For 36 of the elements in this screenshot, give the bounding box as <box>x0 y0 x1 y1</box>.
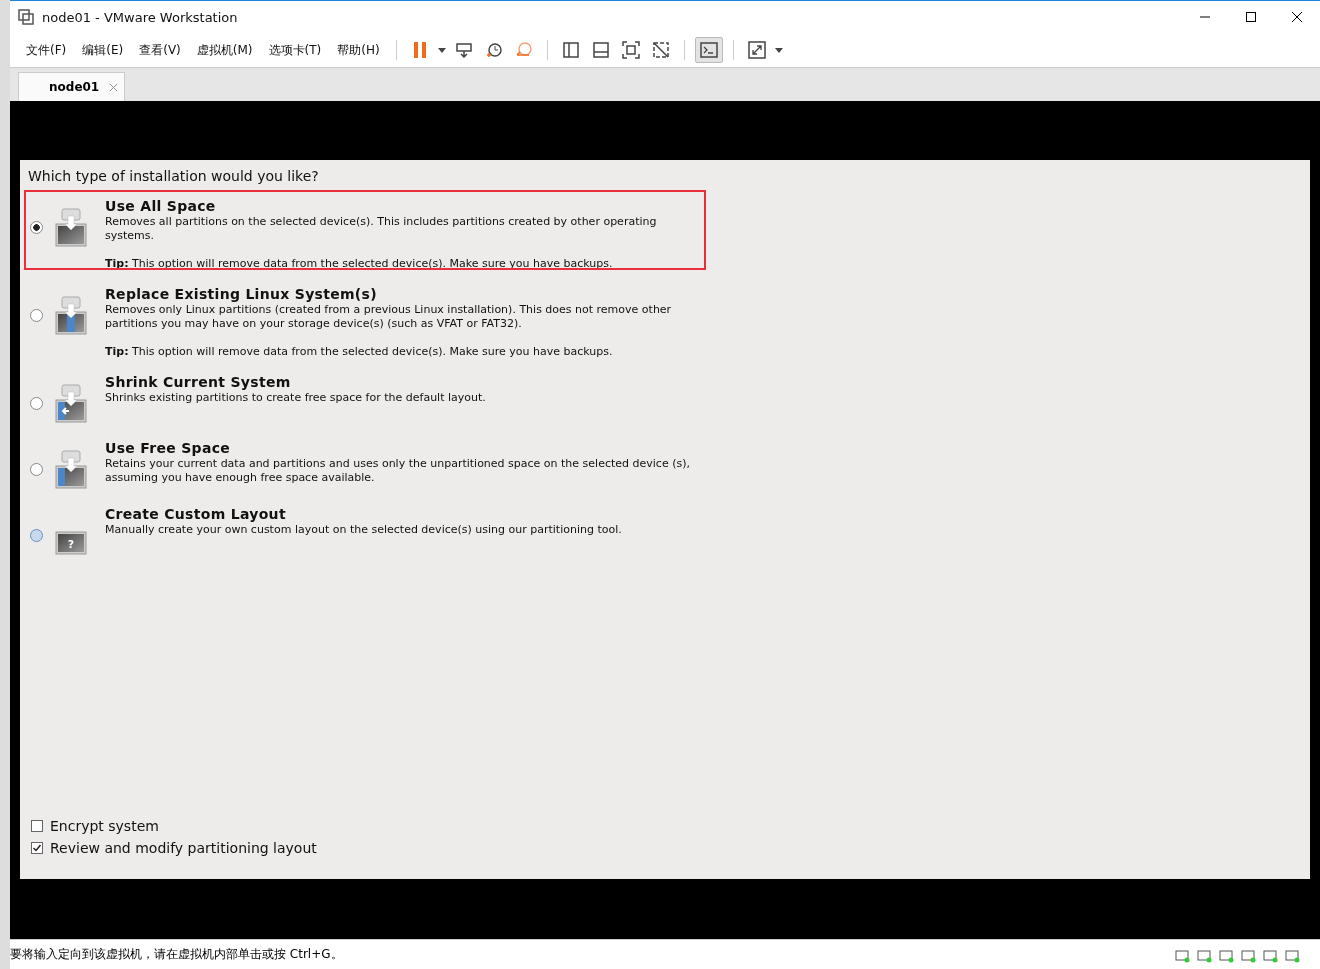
question-text: Which type of installation would you like? <box>28 168 320 184</box>
radio-button[interactable] <box>30 397 43 410</box>
option-description: Manually create your own custom layout on the selected device(s) using our partitioning tool. <box>105 523 622 537</box>
menu-item[interactable]: 选项卡(T) <box>262 41 328 59</box>
dropdown-icon[interactable] <box>436 45 447 55</box>
checkbox[interactable] <box>31 820 43 832</box>
menu-item[interactable]: 帮助(H) <box>331 41 386 59</box>
menu-item[interactable]: 虚拟机(M) <box>190 41 259 59</box>
option-description: Removes all partitions on the selected device(s). This includes partitions created by other operating systems. <box>105 215 658 243</box>
option-description: Shrinks existing partitions to create free space for the default layout. <box>105 391 486 405</box>
radio-button[interactable] <box>30 529 43 542</box>
option-tip: Tip: This option will remove data from the selected device(s). Make sure you have backups. <box>105 345 614 358</box>
radio-button[interactable] <box>30 463 43 476</box>
option-description: Removes only Linux partitions (created from a previous Linux installation). This does not remove other partitions you may have on your storage device(s) (such as VFAT or FAT32). <box>105 303 673 331</box>
radio-button[interactable] <box>30 221 43 234</box>
checkbox-label: Review and modify partitioning layout <box>50 840 317 856</box>
app-icon <box>18 9 34 25</box>
option-title: Use Free Space <box>105 440 232 456</box>
status-message: 要将输入定向到该虚拟机，请在虚拟机内部单击或按 Ctrl+G。 <box>10 946 343 963</box>
radio-button[interactable] <box>30 309 43 322</box>
option-tip: Tip: This option will remove data from the selected device(s). Make sure you have backups. <box>105 257 614 270</box>
dropdown-icon[interactable] <box>773 45 784 55</box>
menu-item[interactable]: 文件(F) <box>20 41 73 59</box>
option-title: Create Custom Layout <box>105 506 287 522</box>
option-title: Replace Existing Linux System(s) <box>105 286 378 302</box>
console-icon[interactable] <box>694 37 723 63</box>
checkbox-label: Encrypt system <box>50 818 159 834</box>
window-title: node01 - VMware Workstation <box>42 9 238 25</box>
menu-item[interactable]: 查看(V) <box>133 41 187 59</box>
close-icon[interactable] <box>109 82 119 92</box>
option-description: Retains your current data and partitions and uses only the unpartitioned space on the selected device (s), assuming you have enough free space available. <box>105 457 691 485</box>
option-title: Use All Space <box>105 198 217 214</box>
option-title: Shrink Current System <box>105 374 292 390</box>
menu-item[interactable]: 编辑(E) <box>76 41 130 59</box>
checkbox[interactable] <box>31 842 43 854</box>
vm-tab[interactable]: node01 <box>18 72 126 101</box>
